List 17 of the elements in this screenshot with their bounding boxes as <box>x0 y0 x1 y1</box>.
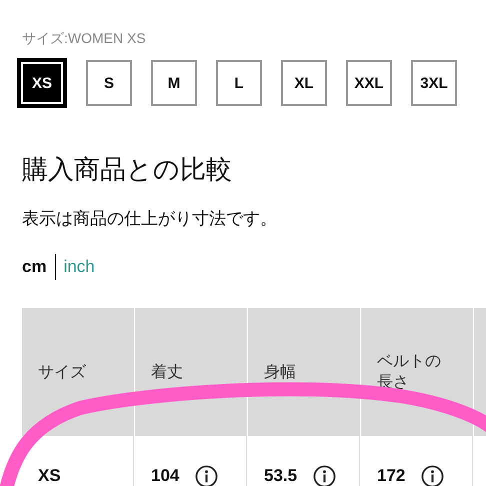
size-option[interactable]: XL <box>281 60 327 106</box>
table-cell: 53.5 <box>264 466 298 486</box>
info-icon[interactable] <box>421 464 444 486</box>
table-cell: 172 <box>377 466 406 486</box>
size-option[interactable]: 3XL <box>411 60 457 106</box>
size-option[interactable]: XXL <box>346 60 392 106</box>
size-option[interactable]: L <box>216 60 262 106</box>
size-option[interactable]: M <box>151 60 197 106</box>
size-option[interactable]: XS <box>17 58 67 108</box>
info-icon[interactable] <box>313 464 336 486</box>
unit-toggle[interactable]: cm <box>22 257 47 277</box>
section-heading: 購入商品との比較 <box>22 154 233 187</box>
table-cell: 104 <box>151 466 180 486</box>
info-icon[interactable] <box>195 464 218 486</box>
size-label: サイズ:WOMEN XS <box>22 30 147 48</box>
size-option[interactable]: S <box>86 60 132 106</box>
note-text: 表示は商品の仕上がり寸法です。 <box>22 208 278 230</box>
